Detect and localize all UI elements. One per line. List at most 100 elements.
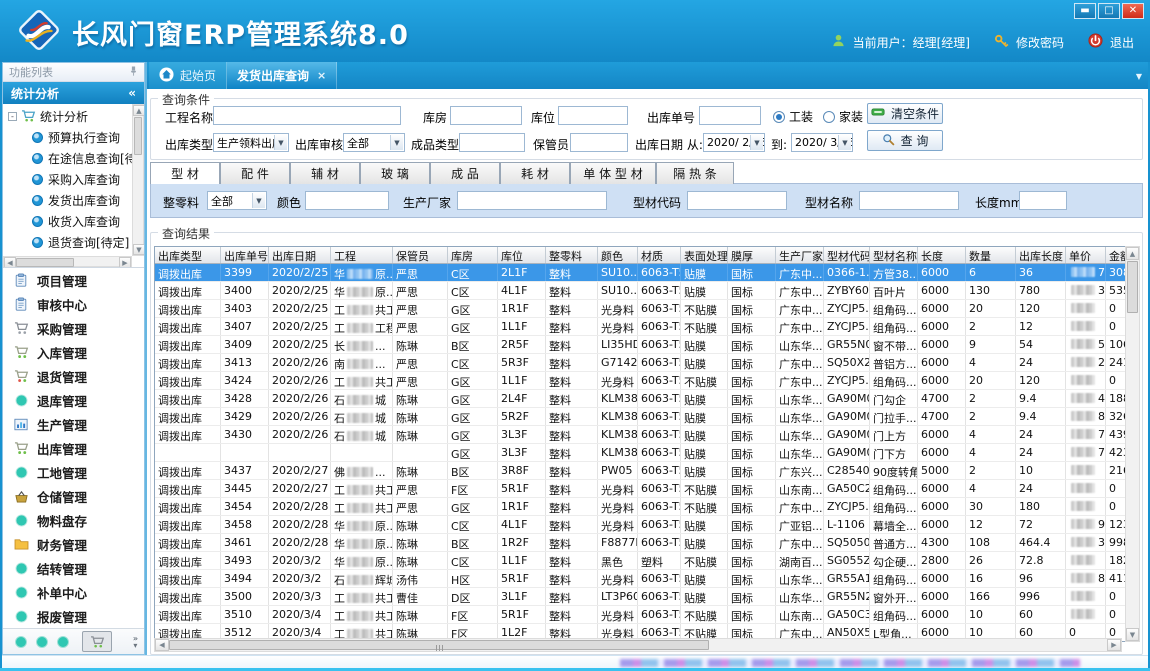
column-header[interactable]: 材质 [638,247,681,263]
material-tab[interactable]: 隔 热 条 [656,162,734,184]
module-item[interactable]: 审核中心 [3,292,144,316]
module-item[interactable]: 仓储管理 [3,484,144,508]
module-item[interactable]: 结转管理 [3,556,144,580]
module-dot-icon[interactable] [57,636,69,648]
table-row[interactable]: 调拨出库34002020/2/25华原...严思C区4L1F整料SU10...6… [155,282,1126,300]
column-header[interactable]: 出库日期 [269,247,331,263]
tree-root[interactable]: - 统计分析 [8,106,132,127]
column-header[interactable]: 工程 [331,247,393,263]
date-to-select[interactable]: 2020/ 3/16▼ [791,133,853,152]
module-dot-icon[interactable] [15,636,27,648]
grid-vertical-scrollbar[interactable]: ▲ ▼ [1125,246,1140,642]
sidebar-section-header[interactable]: 统计分析 « [3,82,144,104]
table-row[interactable]: 调拨出库33992020/2/25华原...严思C区2L1F整料SU10...6… [155,264,1126,282]
warehouse-input[interactable] [450,106,522,125]
color-input[interactable] [305,191,389,210]
module-item[interactable]: 采购管理 [3,316,144,340]
scroll-down-icon[interactable]: ▼ [1126,628,1139,641]
column-header[interactable]: 出库单号 [221,247,269,263]
grid-vscroll-thumb[interactable] [1127,261,1138,313]
tree-item[interactable]: 预算执行查询 [8,127,132,148]
scroll-down-icon[interactable]: ▼ [133,244,144,255]
table-row[interactable]: 调拨出库34032020/2/25工共工程严思G区1R1F整料光身料6063-T… [155,300,1126,318]
tree-expander-icon[interactable]: - [8,112,17,121]
change-password-link[interactable]: 修改密码 [1016,34,1064,51]
radio-gongzhuang[interactable]: 工装 [773,108,813,125]
column-header[interactable]: 膜厚 [728,247,776,263]
table-row[interactable]: 调拨出库34132020/2/26南...严思C区5R3F整料G71422606… [155,354,1126,372]
product-type-input[interactable] [459,133,525,152]
module-item[interactable]: 退货管理 [3,364,144,388]
column-header[interactable]: 库位 [498,247,546,263]
column-header[interactable]: 整零料 [546,247,598,263]
column-header[interactable]: 长度 [918,247,966,263]
material-tab[interactable]: 玻 璃 [360,162,430,184]
table-row[interactable]: 调拨出库34072020/2/25工工程严思G区1L1F整料光身料6063-T5… [155,318,1126,336]
module-item[interactable]: 物料盘存 [3,508,144,532]
order-no-input[interactable] [699,106,761,125]
tab-close-icon[interactable]: × [317,69,326,82]
table-row[interactable]: 调拨出库34372020/2/27佛...陈琳B区3R8F整料PW056063-… [155,462,1126,480]
material-tab[interactable]: 辅 材 [290,162,360,184]
scroll-left-icon[interactable]: ◀ [155,639,169,651]
scroll-left-icon[interactable]: ◀ [4,257,16,268]
out-type-select[interactable]: 生产领料出库▼ [213,133,289,152]
module-item[interactable]: 财务管理 [3,532,144,556]
module-item[interactable]: 项目管理 [3,268,144,292]
tree-vertical-scrollbar[interactable]: ▲ ▼ [132,104,144,256]
column-header[interactable]: 金额 [1106,247,1127,263]
clear-conditions-button[interactable]: 清空条件 [867,103,943,124]
maximize-button[interactable]: □ [1098,3,1120,19]
column-header[interactable]: 数量 [966,247,1016,263]
material-tab[interactable]: 耗 材 [500,162,570,184]
scroll-up-icon[interactable]: ▲ [1126,247,1139,260]
tree-item[interactable]: 退货查询[待定] [8,232,132,253]
tree-item[interactable]: 发货出库查询 [8,190,132,211]
table-row[interactable]: 调拨出库34942020/3/2石辉城汤伟H区5R1F整料光身料6063-T5贴… [155,570,1126,588]
table-row[interactable]: 调拨出库34542020/2/28工共工程严思G区1R1F整料光身料6063-T… [155,498,1126,516]
column-header[interactable]: 库房 [448,247,498,263]
scroll-right-icon[interactable]: ▶ [119,257,131,268]
table-row[interactable]: 调拨出库34932020/3/2华原...陈琳C区1L1F整料黑色塑料不贴膜国标… [155,552,1126,570]
table-row[interactable]: 调拨出库34302020/2/26石城陈琳G区3L3F整料KLM38176063… [155,426,1126,444]
scroll-right-icon[interactable]: ▶ [1107,639,1121,651]
table-row[interactable]: 调拨出库34282020/2/26石城陈琳G区2L4F整料KLM38176063… [155,390,1126,408]
tree-item[interactable]: 收货入库查询 [8,211,132,232]
manufacturer-input[interactable] [457,191,607,210]
tab-overflow-icon[interactable]: ▼ [1136,72,1142,81]
column-header[interactable]: 生产厂家 [776,247,824,263]
module-more-button[interactable]: » ▾ [133,635,138,649]
profile-code-input[interactable] [687,191,787,210]
location-input[interactable] [558,106,628,125]
module-item[interactable]: 入库管理 [3,340,144,364]
tab-shipment-query[interactable]: 发货出库查询 × [227,62,337,89]
whole-part-select[interactable]: 全部▼ [207,191,267,210]
material-tab[interactable]: 单 体 型 材 [570,162,656,184]
column-header[interactable]: 保管员 [393,247,448,263]
column-header[interactable]: 表面处理 [681,247,728,263]
tree-item[interactable]: 在途信息查询[待 [8,148,132,169]
material-tab[interactable]: 成 品 [430,162,500,184]
tree-item[interactable]: 采购入库查询 [8,169,132,190]
keeper-input[interactable] [570,133,628,152]
collapse-icon[interactable]: « [128,86,136,100]
column-header[interactable]: 型材代码 [824,247,870,263]
scroll-up-icon[interactable]: ▲ [133,105,144,116]
tree-horizontal-scrollbar[interactable]: ◀ ▶ [3,256,132,267]
module-item[interactable]: 出库管理 [3,436,144,460]
module-item[interactable]: 报废管理 [3,604,144,628]
tree-hscroll-thumb[interactable] [16,258,74,267]
tree-vscroll-thumb[interactable] [134,117,142,155]
minimize-button[interactable]: ▬ [1074,3,1096,19]
date-from-select[interactable]: 2020/ 2/16▼ [703,133,765,152]
module-item[interactable]: 生产管理 [3,412,144,436]
length-input[interactable] [1019,191,1067,210]
close-button[interactable]: ✕ [1122,3,1144,19]
table-row[interactable]: 调拨出库35002020/3/3工共工程曹佳D区3L1F整料LT3P606063… [155,588,1126,606]
column-header[interactable]: 出库类型 [155,247,221,263]
column-header[interactable]: 颜色 [598,247,638,263]
table-row[interactable]: G区3L3F整料KLM38176063-T5贴膜国标山东华...GA90M09.… [155,444,1126,462]
module-item[interactable]: 退库管理 [3,388,144,412]
radio-jiazhuang[interactable]: 家装 [823,108,863,125]
tab-home[interactable]: 起始页 [149,62,227,89]
